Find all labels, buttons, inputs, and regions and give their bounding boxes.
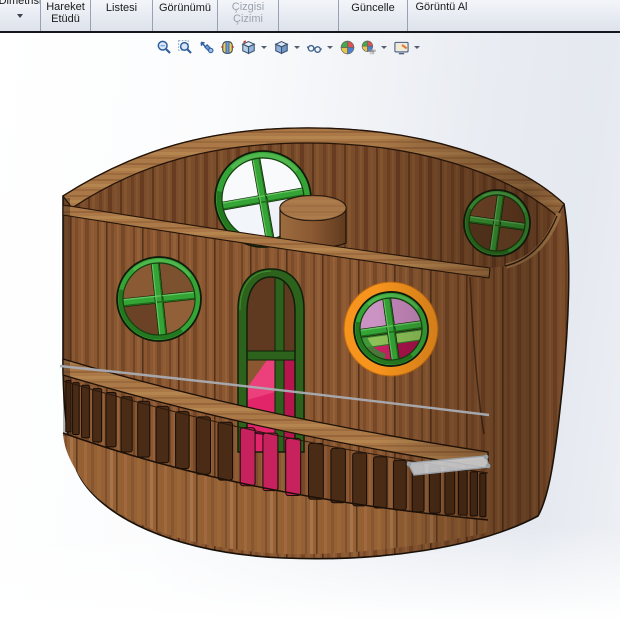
tab-listesi[interactable]: Listesi (90, 0, 152, 31)
tab-hareket-etudu[interactable]: Hareket Etüdü (40, 0, 90, 31)
heads-up-view-toolbar (155, 36, 423, 58)
tab-label: Listesi (106, 3, 137, 15)
previous-view-icon[interactable] (197, 38, 216, 57)
edit-appearance-icon[interactable] (338, 38, 357, 57)
model-fairy-house[interactable] (0, 0, 620, 620)
tab-bar-spacer (278, 0, 338, 31)
tab-cizgisi-cizimi: Çizgisi Çizimi (217, 0, 278, 31)
display-style-icon[interactable] (272, 38, 291, 57)
apply-scene-icon[interactable] (359, 38, 378, 57)
tab-dimetrisi[interactable]: Dimetrisi (0, 0, 40, 31)
tab-gorunumu[interactable]: Görünümü (152, 0, 217, 31)
zoom-to-area-icon[interactable] (176, 38, 195, 57)
dropdown-caret-icon[interactable] (17, 14, 23, 18)
dropdown-caret-icon[interactable] (261, 46, 267, 49)
tab-label: Hareket Etüdü (41, 2, 90, 25)
section-view-icon[interactable] (218, 38, 237, 57)
tab-label: Güncelle (351, 3, 394, 15)
hide-show-items-icon[interactable] (305, 38, 324, 57)
tab-goruntu-al[interactable]: Görüntü Al (407, 0, 475, 31)
tab-label: Görünümü (159, 3, 211, 15)
dropdown-caret-icon[interactable] (414, 46, 420, 49)
dropdown-caret-icon[interactable] (294, 46, 300, 49)
zoom-to-fit-icon[interactable] (155, 38, 174, 57)
tab-guncelle[interactable]: Güncelle (338, 0, 407, 31)
dropdown-caret-icon[interactable] (381, 46, 387, 49)
command-manager-tab-bar: Dimetrisi Hareket Etüdü Listesi Görünümü… (0, 0, 620, 33)
view-orientation-icon[interactable] (239, 38, 258, 57)
tab-label: Çizgisi Çizimi (218, 2, 278, 25)
tab-label: Dimetrisi (0, 0, 40, 8)
dropdown-caret-icon[interactable] (327, 46, 333, 49)
view-settings-icon[interactable] (392, 38, 411, 57)
tab-label: Görüntü Al (416, 2, 468, 14)
